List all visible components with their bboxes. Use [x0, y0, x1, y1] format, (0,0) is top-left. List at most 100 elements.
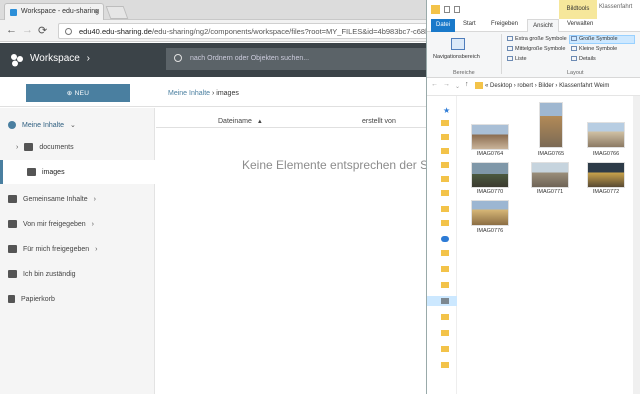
- file-label[interactable]: IMAG0772: [581, 189, 631, 195]
- layout-label: Kleine Symbole: [579, 46, 618, 52]
- file-label[interactable]: IMAG0770: [465, 189, 515, 195]
- file-label[interactable]: IMAG0776: [465, 228, 515, 234]
- onedrive-icon[interactable]: [441, 236, 449, 242]
- sidebar-folder-images[interactable]: [0, 160, 155, 184]
- reload-icon[interactable]: ⟳: [38, 24, 47, 37]
- folder-icon[interactable]: [441, 206, 449, 212]
- file-label[interactable]: IMAG0765: [526, 151, 576, 157]
- folder-icon[interactable]: [441, 250, 449, 256]
- folder-icon[interactable]: [441, 282, 449, 288]
- url-bar[interactable]: edu40.edu-sharing.de/edu-sharing/ng2/com…: [58, 23, 428, 39]
- back-icon[interactable]: ←: [431, 81, 438, 88]
- layout-label: Mittelgroße Symbole: [515, 46, 566, 52]
- folder-icon[interactable]: [441, 148, 449, 154]
- column-filename[interactable]: Dateiname ▲: [218, 118, 263, 125]
- file-label[interactable]: IMAG0771: [525, 189, 575, 195]
- sidebar-item-responsible[interactable]: Ich bin zuständig: [8, 270, 76, 278]
- sidebar-item-shared[interactable]: Gemeinsame Inhalte ›: [8, 195, 96, 203]
- image-thumbnail[interactable]: [587, 162, 625, 188]
- new-folder-icon[interactable]: [454, 6, 460, 13]
- image-thumbnail[interactable]: [471, 162, 509, 188]
- file-label[interactable]: IMAG0764: [465, 151, 515, 157]
- layout-label: Große Symbole: [579, 36, 618, 42]
- edu-sharing-logo-icon: [11, 54, 23, 67]
- image-thumbnail[interactable]: [587, 122, 625, 148]
- path-segment[interactable]: robert: [517, 83, 533, 89]
- layout-details[interactable]: Details: [571, 56, 596, 62]
- folder-icon[interactable]: [441, 220, 449, 226]
- forward-icon[interactable]: →: [443, 81, 450, 88]
- sidebar-label: Von mir freigegeben: [23, 220, 86, 228]
- properties-icon[interactable]: [444, 6, 450, 13]
- path-segment[interactable]: Klassenfahrt Weim: [559, 83, 609, 89]
- path-segment[interactable]: Bilder: [538, 83, 553, 89]
- layout-large[interactable]: Große Symbole: [571, 36, 618, 42]
- folder-icon[interactable]: [441, 362, 449, 368]
- breadcrumb-root[interactable]: Meine Inhalte: [168, 90, 210, 97]
- sidebar-item-shared-by-me[interactable]: Von mir freigegeben ›: [8, 220, 94, 228]
- browser-tab[interactable]: Workspace - edu-sharing ×: [4, 3, 104, 21]
- folder-icon[interactable]: [441, 314, 449, 320]
- bildtools-context-tab[interactable]: Bildtools: [559, 0, 597, 19]
- navigation-pane-button[interactable]: Navigationsbereich: [433, 54, 480, 60]
- url-path: /edu-sharing/ng2/components/workspace/fi…: [151, 27, 427, 36]
- scrollbar[interactable]: [633, 96, 640, 394]
- folder-icon[interactable]: [441, 176, 449, 182]
- layout-small[interactable]: Kleine Symbole: [571, 46, 617, 52]
- up-icon[interactable]: ↑: [465, 81, 469, 88]
- layout-icon: [571, 36, 577, 42]
- close-tab-icon[interactable]: ×: [94, 7, 99, 16]
- chevron-right-icon: ›: [91, 220, 94, 228]
- layout-icon: [507, 46, 513, 52]
- tab-datei[interactable]: Datei: [431, 19, 455, 32]
- folder-icon[interactable]: [441, 346, 449, 352]
- path-segment[interactable]: Desktop: [490, 83, 512, 89]
- empty-state-message: Keine Elemente entsprechen der Su: [242, 158, 430, 172]
- quick-access-icon[interactable]: ★: [443, 106, 450, 115]
- tab-title: Workspace - edu-sharing: [21, 8, 100, 15]
- image-thumbnail[interactable]: [471, 124, 509, 150]
- back-icon[interactable]: ←: [6, 24, 17, 36]
- chevron-down-icon: ⌄: [69, 122, 76, 129]
- tab-ansicht[interactable]: Ansicht: [527, 19, 559, 33]
- breadcrumb: Meine Inhalte › images: [168, 90, 239, 97]
- plus-circle-icon: ⊕: [66, 90, 75, 97]
- sidebar-folder-images-label[interactable]: images: [27, 168, 65, 176]
- sidebar-item-trash[interactable]: Papierkorb: [8, 295, 55, 303]
- layout-label: Liste: [515, 56, 527, 62]
- folder-icon[interactable]: [441, 162, 449, 168]
- folder-icon[interactable]: [441, 266, 449, 272]
- folder-icon[interactable]: [441, 330, 449, 336]
- window-title: Klassenfahrt: [599, 4, 633, 10]
- search-input[interactable]: nach Ordnern oder Objekten suchen...: [166, 48, 430, 70]
- image-thumbnail[interactable]: [471, 200, 509, 226]
- navigation-pane-icon[interactable]: [451, 38, 465, 50]
- forward-icon[interactable]: →: [22, 24, 33, 36]
- sidebar-folder-documents[interactable]: › documents: [16, 143, 74, 151]
- chevron-right-icon: ›: [93, 195, 96, 203]
- tab-freigeben[interactable]: Freigeben: [491, 21, 518, 27]
- folder-icon[interactable]: [441, 120, 449, 126]
- layout-extra-large[interactable]: Extra große Symbole: [507, 36, 567, 42]
- sidebar-item-shared-with-me[interactable]: Für mich freigegeben ›: [8, 245, 98, 253]
- computer-icon[interactable]: [441, 298, 449, 304]
- sidebar-item-my-content[interactable]: Meine Inhalte ⌄: [8, 121, 76, 130]
- file-label[interactable]: IMAG0766: [581, 151, 631, 157]
- path-segment[interactable]: «: [485, 83, 488, 89]
- column-created-by[interactable]: erstellt von: [362, 118, 396, 125]
- folder-icon[interactable]: [441, 190, 449, 196]
- chevron-down-icon[interactable]: ⌄: [455, 83, 460, 90]
- workspace-title[interactable]: Workspace ›: [30, 53, 90, 64]
- breadcrumb-current[interactable]: images: [216, 90, 239, 97]
- layout-list[interactable]: Liste: [507, 56, 527, 62]
- folder-icon[interactable]: [441, 134, 449, 140]
- explorer-path[interactable]: « Desktop › robert › Bilder › Klassenfah…: [485, 83, 609, 89]
- layout-medium[interactable]: Mittelgroße Symbole: [507, 46, 565, 52]
- image-thumbnail[interactable]: [539, 102, 563, 148]
- info-icon: [65, 28, 72, 35]
- new-button[interactable]: ⊕ NEU: [26, 84, 130, 102]
- url-host: edu40.edu-sharing.de: [79, 27, 152, 36]
- tab-start[interactable]: Start: [463, 21, 476, 27]
- image-thumbnail[interactable]: [531, 162, 569, 188]
- tab-verwalten[interactable]: Verwalten: [567, 21, 593, 27]
